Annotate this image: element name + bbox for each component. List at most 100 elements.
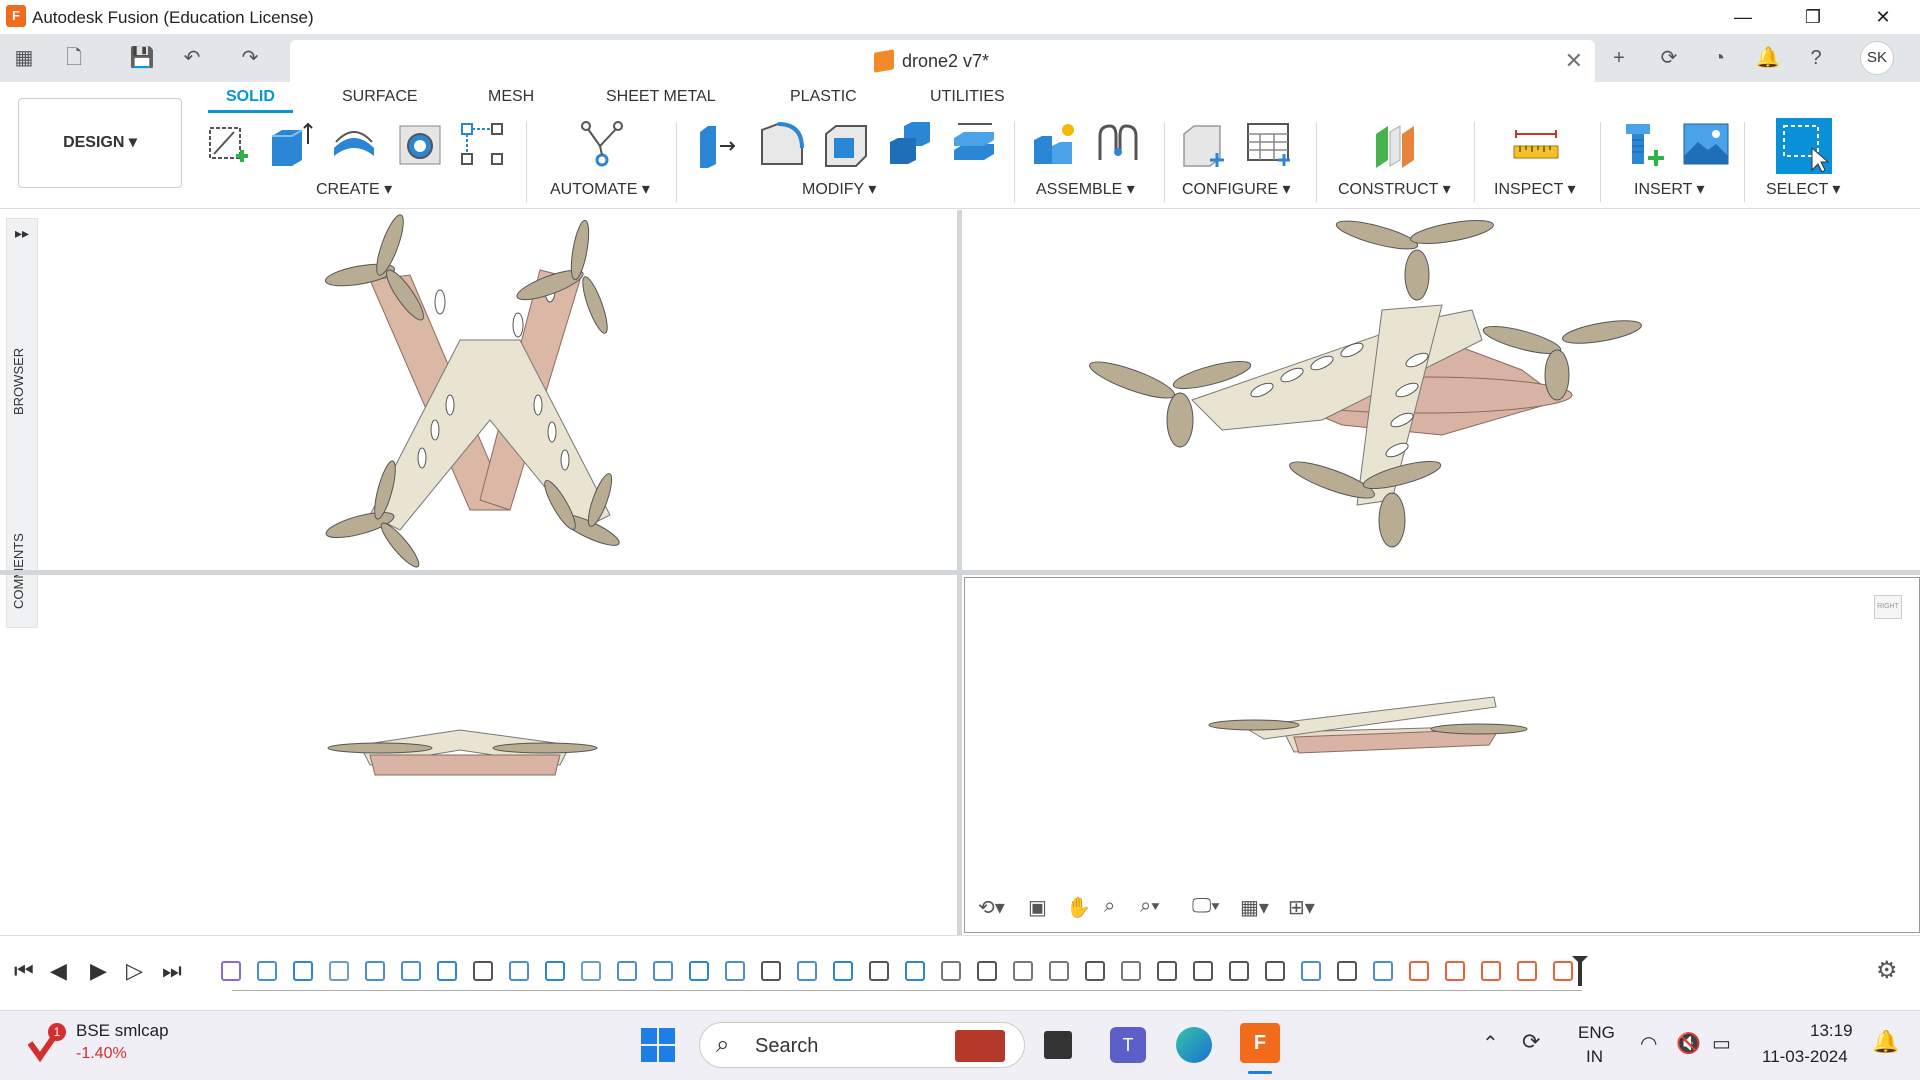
timeline-feature-icon[interactable] — [833, 961, 853, 981]
tab-mesh[interactable]: MESH — [488, 88, 534, 106]
timeline-feature-icon[interactable] — [545, 961, 565, 981]
workspace-switcher[interactable]: DESIGN ▾ — [18, 98, 182, 188]
sync-icon[interactable]: ⟳ — [1522, 1029, 1540, 1055]
timeline-feature-icon[interactable] — [689, 961, 709, 981]
tab-solid[interactable]: SOLID — [208, 88, 293, 113]
stock-widget-icon[interactable]: 1 — [27, 1023, 66, 1063]
select-group-label[interactable]: SELECT ▾ — [1766, 179, 1840, 199]
timeline-feature-icon[interactable] — [509, 961, 529, 981]
tab-utilities[interactable]: UTILITIES — [930, 88, 1005, 106]
joint-icon[interactable] — [1094, 120, 1142, 168]
data-panel-grid-icon[interactable]: ▦ — [10, 44, 38, 72]
insert-canvas-image-icon[interactable] — [1682, 120, 1730, 168]
taskbar-search-input[interactable]: ⌕ Search — [699, 1022, 1025, 1068]
timeline-feature-icon[interactable] — [905, 961, 925, 981]
timeline-feature-icon[interactable] — [221, 961, 241, 981]
timeline-feature-icon[interactable] — [365, 961, 385, 981]
grid-settings-icon[interactable]: ▦▾ — [1240, 895, 1269, 920]
document-tab[interactable]: drone2 v7* ✕ — [290, 40, 1595, 82]
configure-design-icon[interactable] — [1180, 120, 1228, 168]
tab-surface[interactable]: SURFACE — [342, 88, 418, 106]
timeline-feature-icon[interactable] — [797, 961, 817, 981]
extensions-icon[interactable]: ⟳ — [1655, 44, 1683, 72]
timeline-feature-icon[interactable] — [725, 961, 745, 981]
fillet-icon[interactable] — [758, 120, 806, 168]
timeline-feature-icon[interactable] — [653, 961, 673, 981]
job-status-icon[interactable]: ◔ — [1705, 44, 1733, 72]
viewport-top[interactable] — [40, 210, 957, 570]
timeline-feature-icon[interactable] — [869, 961, 889, 981]
timeline-feature-icon[interactable] — [473, 961, 493, 981]
step-back-icon[interactable]: ◀ — [50, 958, 67, 984]
timeline-feature-icon[interactable] — [1301, 961, 1321, 981]
close-tab-icon[interactable]: ✕ — [1565, 48, 1583, 74]
battery-icon[interactable]: ▭ — [1712, 1031, 1731, 1056]
notification-bell-icon[interactable]: 🔔 — [1872, 1029, 1899, 1055]
hole-icon[interactable] — [396, 120, 444, 168]
construct-group-label[interactable]: CONSTRUCT ▾ — [1338, 179, 1451, 199]
language-bottom[interactable]: IN — [1586, 1047, 1603, 1067]
create-group-label[interactable]: CREATE ▾ — [316, 179, 392, 199]
look-at-icon[interactable]: ▣ — [1028, 895, 1047, 920]
play-icon[interactable]: ▶ — [90, 958, 107, 984]
browser-panel-label[interactable]: BROWSER — [11, 348, 26, 415]
timeline-feature-icon[interactable] — [977, 961, 997, 981]
extrude-icon[interactable] — [266, 120, 314, 168]
insert-group-label[interactable]: INSERT ▾ — [1634, 179, 1705, 199]
user-avatar[interactable]: SK — [1860, 41, 1894, 75]
expand-panel-icon[interactable]: ▸▸ — [15, 225, 29, 242]
timeline-settings-gear-icon[interactable]: ⚙ — [1876, 956, 1898, 985]
display-settings-icon[interactable]: 🖵▾ — [1192, 895, 1220, 918]
timeline-feature-icon[interactable] — [437, 961, 457, 981]
timeline-feature-icon[interactable] — [1445, 961, 1465, 981]
timeline-feature-icon[interactable] — [1409, 961, 1429, 981]
offset-plane-icon[interactable] — [1372, 120, 1420, 168]
timeline-feature-icon[interactable] — [401, 961, 421, 981]
inspect-group-label[interactable]: INSPECT ▾ — [1494, 179, 1576, 199]
new-component-icon[interactable] — [1030, 120, 1078, 168]
close-window-button[interactable]: ✕ — [1854, 0, 1912, 34]
language-top[interactable]: ENG — [1578, 1023, 1615, 1043]
timeline-feature-icon[interactable] — [1193, 961, 1213, 981]
undo-icon[interactable]: ↶ — [178, 44, 206, 72]
assemble-group-label[interactable]: ASSEMBLE ▾ — [1036, 179, 1135, 199]
timeline-feature-icon[interactable] — [1553, 961, 1573, 981]
select-icon[interactable] — [1776, 118, 1832, 174]
timeline-feature-icon[interactable] — [1265, 961, 1285, 981]
clock-time[interactable]: 13:19 — [1810, 1021, 1853, 1041]
offset-face-icon[interactable] — [950, 120, 998, 168]
teams-icon[interactable]: T — [1110, 1027, 1146, 1063]
step-forward-icon[interactable]: ▷ — [126, 958, 143, 984]
notifications-icon[interactable]: 🔔 — [1754, 44, 1782, 72]
file-menu-icon[interactable]: 🗋 — [60, 44, 88, 72]
pan-hand-icon[interactable]: ✋ — [1066, 895, 1091, 920]
timeline-feature-icon[interactable] — [1013, 961, 1033, 981]
timeline-feature-icon[interactable] — [1229, 961, 1249, 981]
configuration-table-icon[interactable] — [1244, 120, 1292, 168]
press-pull-icon[interactable] — [694, 120, 742, 168]
minimize-button[interactable]: — — [1714, 0, 1772, 34]
timeline-feature-icon[interactable] — [1049, 961, 1069, 981]
help-icon[interactable]: ? — [1802, 44, 1830, 72]
widget-title[interactable]: BSE smlcap — [76, 1021, 169, 1041]
clock-date[interactable]: 11-03-2024 — [1762, 1047, 1848, 1067]
pattern-icon[interactable] — [458, 120, 506, 168]
timeline-feature-icon[interactable] — [941, 961, 961, 981]
timeline-feature-icon[interactable] — [257, 961, 277, 981]
go-to-start-icon[interactable]: ⏮ — [14, 958, 34, 984]
timeline-feature-icon[interactable] — [1157, 961, 1177, 981]
tab-plastic[interactable]: PLASTIC — [790, 88, 857, 106]
timeline-feature-icon[interactable] — [1481, 961, 1501, 981]
redo-icon[interactable]: ↷ — [236, 44, 264, 72]
zoom-icon[interactable]: ⌕ — [1104, 895, 1115, 918]
insert-mcmaster-bolt-icon[interactable] — [1618, 120, 1666, 168]
viewports-layout-icon[interactable]: ⊞▾ — [1288, 895, 1315, 920]
modify-group-label[interactable]: MODIFY ▾ — [802, 179, 876, 199]
timeline-feature-icon[interactable] — [1085, 961, 1105, 981]
shell-icon[interactable] — [822, 120, 870, 168]
new-tab-plus-icon[interactable]: + — [1605, 44, 1633, 72]
restore-button[interactable]: ❐ — [1784, 0, 1842, 34]
show-hidden-icons-chevron-icon[interactable]: ⌃ — [1482, 1031, 1499, 1056]
timeline-feature-icon[interactable] — [581, 961, 601, 981]
viewport-home[interactable] — [962, 210, 1920, 570]
